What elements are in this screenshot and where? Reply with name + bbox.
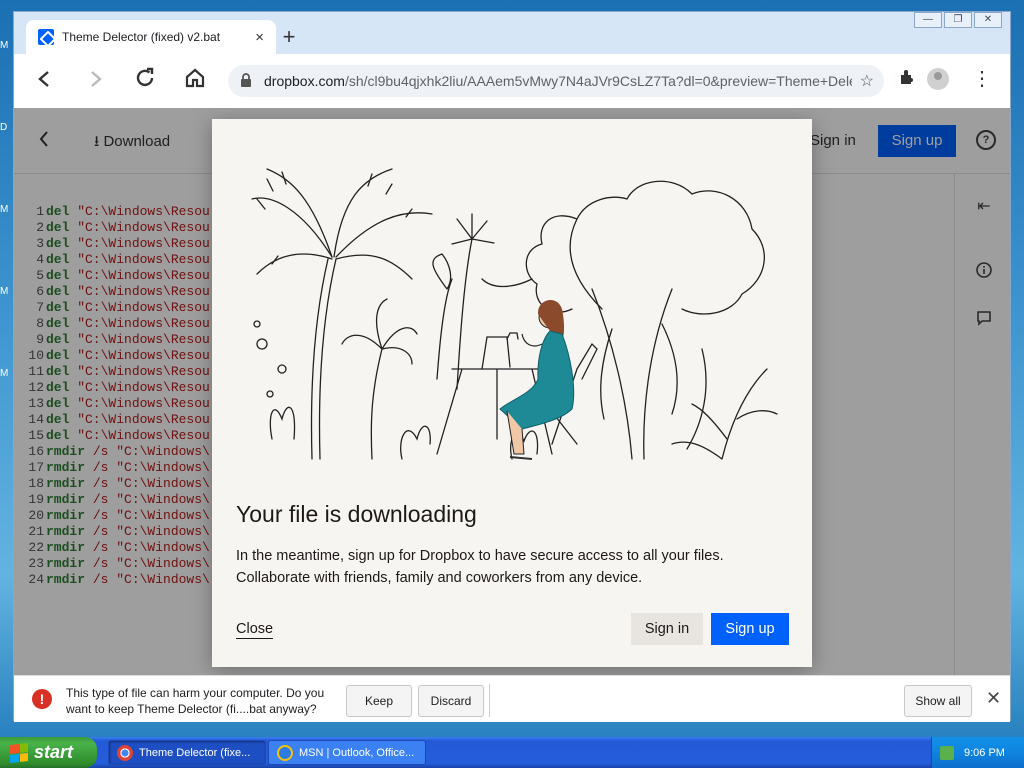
start-label: start [34,742,74,762]
modal-body-line: Collaborate with friends, family and cow… [236,570,643,586]
garden-illustration [251,168,778,460]
network-icon[interactable] [940,745,954,760]
download-bar: ! This type of file can harm your comput… [14,675,1010,722]
browser-toolbar: dropbox.com/sh/cl9bu4qjxhk2liu/AAAem5vMw… [14,54,1010,108]
clock: 9:06 PM [964,746,1005,759]
warning-line: This type of file can harm your computer… [66,686,325,700]
internet-explorer-icon [277,744,293,761]
maximize-button[interactable]: ❐ [944,12,972,28]
modal-close-button[interactable]: Close [236,621,274,639]
star-icon[interactable]: ☆ [860,71,874,91]
modal-sign-in-button[interactable]: Sign in [631,613,703,645]
menu-icon[interactable]: ⋮ [972,66,992,91]
task-label: MSN | Outlook, Office... [299,746,415,759]
profile-icon[interactable] [927,68,949,90]
system-tray: 9:06 PM [931,737,1024,768]
tab-close-icon[interactable]: × [255,29,264,46]
new-tab-button[interactable]: + [276,24,302,50]
warning-icon: ! [32,689,52,709]
page-content: ⭳ Download Sign in Sign up ? ⇤ 1 del "C:\… [14,108,1010,675]
close-icon[interactable]: ✕ [986,688,1001,709]
discard-button[interactable]: Discard [418,685,484,717]
url-path: /sh/cl9bu4qjxhk2liu/AAAem5vMwy7N4aJVr9Cs… [344,73,852,89]
show-all-button[interactable]: Show all [904,685,972,717]
modal-title: Your file is downloading [236,501,477,527]
tab-title: Theme Delector (fixed) v2.bat [62,30,221,44]
desktop-icon[interactable]: M [0,368,12,384]
download-modal: Your file is downloading In the meantime… [212,119,812,667]
desktop-icon[interactable]: M [0,204,12,220]
download-warning-text: This type of file can harm your computer… [66,685,346,717]
home-icon[interactable] [170,67,220,96]
url-text[interactable]: dropbox.com/sh/cl9bu4qjxhk2liu/AAAem5vMw… [264,73,852,89]
start-button[interactable]: start [0,737,97,768]
lock-icon[interactable] [240,72,256,90]
desktop-icon[interactable]: M [0,40,12,56]
warning-line: want to keep Theme Delector (fi....bat a… [66,702,317,716]
modal-body: In the meantime, sign up for Dropbox to … [236,545,788,589]
modal-sign-up-button[interactable]: Sign up [711,613,789,645]
browser-window: Theme Delector (fixed) v2.bat × + — ❐ ✕ … [13,11,1011,722]
chrome-icon [117,744,133,761]
taskbar-item-chrome[interactable]: Theme Delector (fixe... [108,740,266,765]
url-host: dropbox.com [264,73,345,89]
forward-arrow-icon[interactable] [70,67,120,95]
browser-tab[interactable]: Theme Delector (fixed) v2.bat × [26,20,276,54]
divider [489,684,490,717]
minimize-button[interactable]: — [914,12,942,28]
reload-icon[interactable] [120,67,170,96]
modal-body-line: In the meantime, sign up for Dropbox to … [236,548,724,564]
task-label: Theme Delector (fixe... [139,746,251,759]
window-controls: — ❐ ✕ [914,12,1002,28]
taskbar-item-ie[interactable]: MSN | Outlook, Office... [268,740,426,765]
browser-titlebar: Theme Delector (fixed) v2.bat × + — ❐ ✕ [14,12,1010,54]
extensions-icon[interactable] [898,68,916,91]
dropbox-logo-icon [38,29,54,45]
taskbar: start Theme Delector (fixe... MSN | Outl… [0,737,1024,768]
desktop-icon[interactable]: M [0,286,12,302]
address-bar[interactable]: dropbox.com/sh/cl9bu4qjxhk2liu/AAAem5vMw… [228,65,884,97]
desktop-icon[interactable]: D [0,122,12,138]
windows-flag-icon [10,742,28,763]
keep-button[interactable]: Keep [346,685,412,717]
close-window-button[interactable]: ✕ [974,12,1002,28]
back-arrow-icon[interactable] [20,67,70,95]
